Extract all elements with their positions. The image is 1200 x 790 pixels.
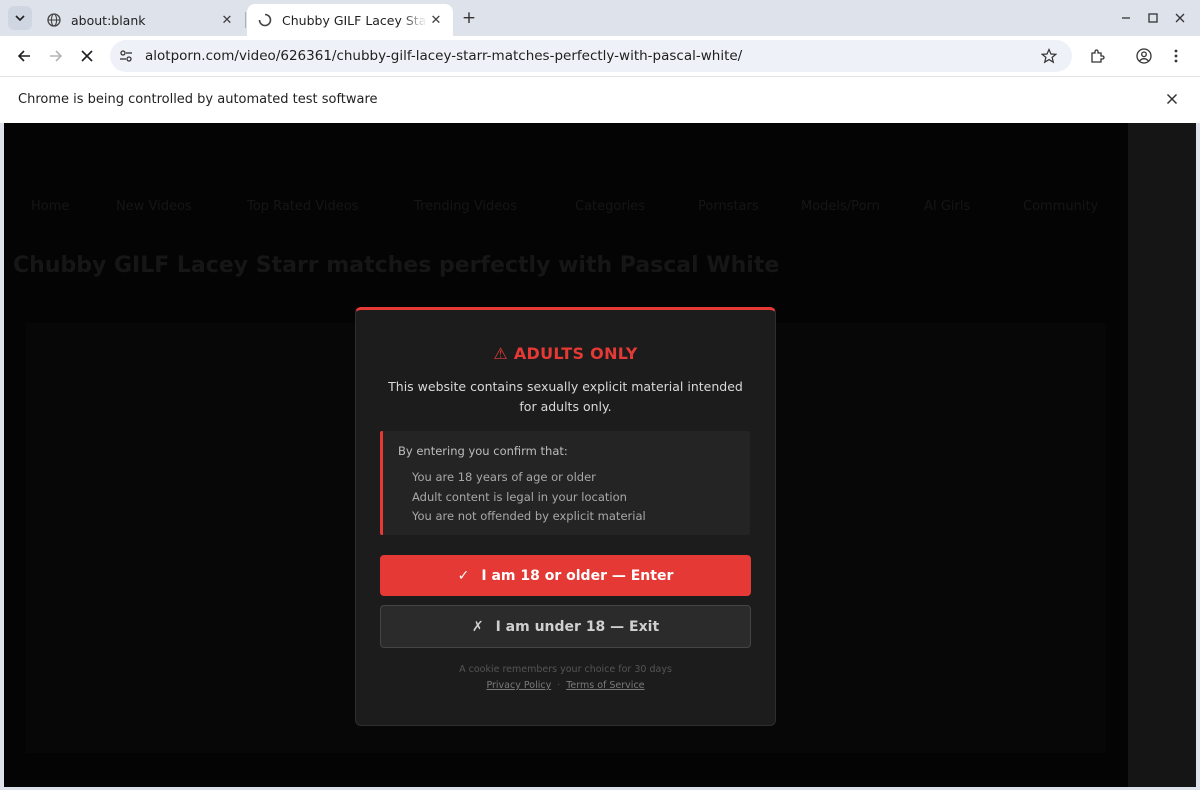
infobar-close-icon[interactable] <box>1162 89 1182 109</box>
x-icon: ✗ <box>471 618 484 635</box>
close-window-button[interactable] <box>1166 6 1194 30</box>
close-icon <box>1175 13 1185 23</box>
window-frame <box>0 123 4 790</box>
automation-infobar: Chrome is being controlled by automated … <box>0 76 1200 123</box>
enter-button[interactable]: ✓ I am 18 or older — Enter <box>380 555 751 596</box>
age-gate-modal: ⚠ ADULTS ONLY This website contains sexu… <box>355 307 776 726</box>
age-gate-title: ⚠ ADULTS ONLY <box>493 344 638 363</box>
tab-title: Chubby GILF Lacey Starr matches perfectl… <box>282 12 427 28</box>
cookie-note: A cookie remembers your choice for 30 da… <box>459 664 672 675</box>
arrow-left-icon <box>17 50 30 62</box>
modal-links: Privacy Policy · Terms of Service <box>356 680 775 691</box>
check-icon: ✓ <box>457 567 470 584</box>
minimize-icon <box>1122 17 1130 19</box>
maximize-icon <box>1148 13 1158 23</box>
confirmation-intro: By entering you confirm that: <box>398 444 568 458</box>
link-separator: · <box>557 680 561 691</box>
chevron-down-icon <box>15 15 25 22</box>
exit-button-label: I am under 18 — Exit <box>495 618 660 635</box>
terms-of-service-link[interactable]: Terms of Service <box>566 680 644 691</box>
extensions-icon[interactable] <box>1086 45 1108 67</box>
page-viewport: Home New Videos Top Rated Videos Trendin… <box>4 123 1196 787</box>
infobar-message: Chrome is being controlled by automated … <box>18 92 378 107</box>
tab-active-video[interactable]: Chubby GILF Lacey Starr matches perfectl… <box>247 4 453 36</box>
enter-button-label: I am 18 or older — Enter <box>481 567 674 584</box>
close-icon[interactable]: ✕ <box>427 11 445 29</box>
confirmation-box: By entering you confirm that: You are 18… <box>380 431 750 535</box>
bookmark-star-icon[interactable] <box>1038 45 1060 67</box>
list-item: You are 18 years of age or older <box>412 470 596 484</box>
confirmation-list: You are 18 years of age or older Adult c… <box>412 468 646 527</box>
arrow-right-icon <box>50 50 63 62</box>
stop-loading-button[interactable] <box>72 41 102 71</box>
tab-title: about:blank <box>71 12 146 28</box>
tab-about-blank[interactable]: about:blank ✕ <box>36 4 244 36</box>
list-item: You are not offended by explicit materia… <box>412 509 646 523</box>
plus-icon: + <box>461 8 477 28</box>
profile-icon[interactable] <box>1133 45 1155 67</box>
sidebar-panel <box>1128 123 1196 787</box>
tab-search-button[interactable] <box>8 6 32 30</box>
close-icon <box>81 50 93 62</box>
window-frame <box>1196 123 1200 790</box>
globe-icon <box>46 12 62 28</box>
loading-icon <box>257 12 273 28</box>
exit-button[interactable]: ✗ I am under 18 — Exit <box>380 605 751 648</box>
tab-divider <box>245 12 246 28</box>
age-gate-description: This website contains sexually explicit … <box>388 379 743 414</box>
close-icon[interactable]: ✕ <box>218 11 236 29</box>
list-item: Adult content is legal in your location <box>412 489 627 504</box>
privacy-policy-link[interactable]: Privacy Policy <box>486 680 551 691</box>
address-bar[interactable]: alotporn.com/video/626361/chubby-gilf-la… <box>110 40 1072 72</box>
maximize-button[interactable] <box>1139 6 1167 30</box>
browser-toolbar: alotporn.com/video/626361/chubby-gilf-la… <box>0 36 1200 76</box>
forward-button[interactable] <box>41 41 71 71</box>
minimize-button[interactable] <box>1112 6 1140 30</box>
tab-strip: about:blank ✕ Chubby GILF Lacey Starr ma… <box>0 0 1200 36</box>
more-menu-icon[interactable] <box>1165 45 1187 67</box>
url-text: alotporn.com/video/626361/chubby-gilf-la… <box>145 48 743 64</box>
site-info-icon[interactable] <box>113 43 139 69</box>
new-tab-button[interactable]: + <box>458 7 480 29</box>
back-button[interactable] <box>9 41 39 71</box>
